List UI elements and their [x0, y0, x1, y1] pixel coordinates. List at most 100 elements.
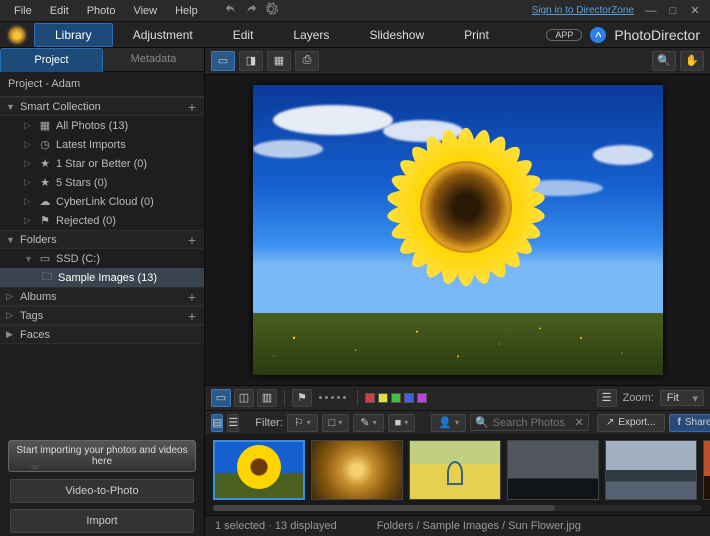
add-icon[interactable]: +: [188, 289, 198, 305]
zoom-select[interactable]: Fit: [660, 390, 704, 406]
tab-library[interactable]: Library: [34, 23, 113, 47]
tree-1star[interactable]: ▷★1 Star or Better (0): [0, 154, 204, 173]
brand-name: PhotoDirector: [614, 27, 700, 43]
thumbnail-strip: [205, 434, 710, 505]
minimize-icon[interactable]: —: [642, 4, 660, 18]
tree-smart-collection[interactable]: ▼Smart Collection+: [0, 97, 204, 116]
zoom-label: Zoom:: [623, 392, 654, 404]
clock-icon: ◷: [38, 138, 52, 151]
compare-view-icon[interactable]: ◨: [239, 51, 263, 71]
preview-image: [253, 85, 663, 375]
thumbnail[interactable]: [507, 440, 599, 500]
filter-fill[interactable]: ■▾: [388, 414, 416, 432]
search-input[interactable]: [493, 417, 571, 429]
tree-faces[interactable]: ▶Faces: [0, 325, 204, 344]
pan-icon[interactable]: ✋: [680, 51, 704, 71]
thumbnail[interactable]: [409, 440, 501, 500]
status-selection: 1 selected · 13 displayed: [215, 520, 337, 532]
thumb-list-icon[interactable]: ☰: [227, 414, 239, 432]
filter-people[interactable]: 👤▾: [431, 414, 466, 432]
share-button[interactable]: fShare...▾: [669, 414, 710, 432]
tree-latest-imports[interactable]: ▷◷Latest Imports: [0, 135, 204, 154]
color-swatch[interactable]: [391, 393, 401, 403]
tree-folders[interactable]: ▼Folders+: [0, 230, 204, 249]
project-tree: ▼Smart Collection+ ▷▦All Photos (13) ▷◷L…: [0, 97, 204, 436]
add-icon[interactable]: +: [188, 232, 198, 248]
side-tab-project[interactable]: Project: [0, 48, 103, 72]
signin-link[interactable]: Sign in to DirectorZone: [532, 5, 634, 16]
search-box[interactable]: 🔍 ✕: [470, 414, 589, 431]
tree-sample-images[interactable]: 🗀Sample Images (13): [0, 268, 204, 287]
menu-view[interactable]: View: [125, 3, 165, 19]
filter-flag[interactable]: ⚐▾: [287, 414, 318, 432]
export-icon: ↗: [606, 417, 614, 428]
add-icon[interactable]: +: [188, 99, 198, 115]
layout-1-icon[interactable]: ▭: [211, 389, 231, 407]
search-icon[interactable]: 🔍: [652, 51, 676, 71]
menu-bar: File Edit Photo View Help: [6, 3, 206, 19]
settings-icon[interactable]: [264, 2, 278, 19]
clear-search-icon[interactable]: ✕: [575, 416, 584, 429]
brand-icon: [590, 27, 606, 43]
side-tab-metadata[interactable]: Metadata: [103, 48, 204, 72]
single-view-icon[interactable]: ▭: [211, 51, 235, 71]
filter-label-color[interactable]: □▾: [322, 414, 350, 432]
grid-view-icon[interactable]: ▦: [267, 51, 291, 71]
star-icon: ★: [38, 176, 52, 189]
color-swatch[interactable]: [417, 393, 427, 403]
filter-label: Filter:: [255, 417, 283, 429]
tree-all-photos[interactable]: ▷▦All Photos (13): [0, 116, 204, 135]
export-button[interactable]: ↗Export...: [597, 414, 665, 432]
preview-area[interactable]: [205, 75, 710, 385]
app-pill[interactable]: APP: [546, 29, 582, 41]
video-to-photo-button[interactable]: Video-to-Photo: [10, 479, 194, 503]
flag-icon: ⚑: [38, 214, 52, 227]
tree-tags[interactable]: ▷Tags+: [0, 306, 204, 325]
view-toolbar: ▭ ◨ ▦ ⎙ 🔍 ✋: [205, 48, 710, 75]
thumbnail[interactable]: [213, 440, 305, 500]
layout-3-icon[interactable]: ▥: [257, 389, 277, 407]
sort-icon[interactable]: ☰: [597, 389, 617, 407]
menu-edit[interactable]: Edit: [42, 3, 77, 19]
menu-help[interactable]: Help: [167, 3, 206, 19]
thumbnail[interactable]: [605, 440, 697, 500]
menu-file[interactable]: File: [6, 3, 40, 19]
import-button[interactable]: Import: [10, 509, 194, 533]
tab-layers[interactable]: Layers: [273, 24, 349, 46]
undo-icon[interactable]: [224, 2, 238, 19]
tab-slideshow[interactable]: Slideshow: [349, 24, 444, 46]
filter-rating[interactable]: ✎▾: [353, 414, 383, 432]
color-swatch[interactable]: [365, 393, 375, 403]
thumbnail[interactable]: [703, 440, 710, 500]
redo-icon[interactable]: [244, 2, 258, 19]
close-icon[interactable]: ✕: [686, 4, 704, 18]
tree-albums[interactable]: ▷Albums+: [0, 287, 204, 306]
tree-cloud[interactable]: ▷☁CyberLink Cloud (0): [0, 192, 204, 211]
tab-adjustment[interactable]: Adjustment: [113, 24, 213, 46]
thumbnail-scrollbar[interactable]: [205, 505, 710, 515]
color-swatch[interactable]: [404, 393, 414, 403]
add-icon[interactable]: +: [188, 308, 198, 324]
secondary-display-icon[interactable]: ⎙: [295, 51, 319, 71]
layout-2-icon[interactable]: ◫: [234, 389, 254, 407]
folder-icon: 🗀: [40, 268, 54, 287]
tab-print[interactable]: Print: [444, 24, 509, 46]
drive-icon: ▭: [38, 252, 52, 265]
flag-toggle-icon[interactable]: ⚑: [292, 389, 312, 407]
status-path: Folders / Sample Images / Sun Flower.jpg: [377, 520, 581, 532]
color-swatch[interactable]: [378, 393, 388, 403]
tree-drive[interactable]: ▼▭SSD (C:): [0, 249, 204, 268]
import-tooltip: Start importing your photos and videos h…: [8, 440, 196, 472]
maximize-icon[interactable]: □: [664, 4, 682, 18]
stack-icon: ▦: [38, 119, 52, 132]
project-header: Project - Adam: [0, 72, 204, 97]
tree-5stars[interactable]: ▷★5 Stars (0): [0, 173, 204, 192]
tab-edit[interactable]: Edit: [213, 24, 274, 46]
rating-dots[interactable]: [315, 396, 350, 399]
star-icon: ★: [38, 157, 52, 170]
tree-rejected[interactable]: ▷⚑Rejected (0): [0, 211, 204, 230]
menu-photo[interactable]: Photo: [79, 3, 124, 19]
view-options-bar: ▭ ◫ ▥ ⚑ ☰ Zoom: Fit: [205, 385, 710, 410]
thumb-small-icon[interactable]: ▤: [211, 414, 223, 432]
thumbnail[interactable]: [311, 440, 403, 500]
